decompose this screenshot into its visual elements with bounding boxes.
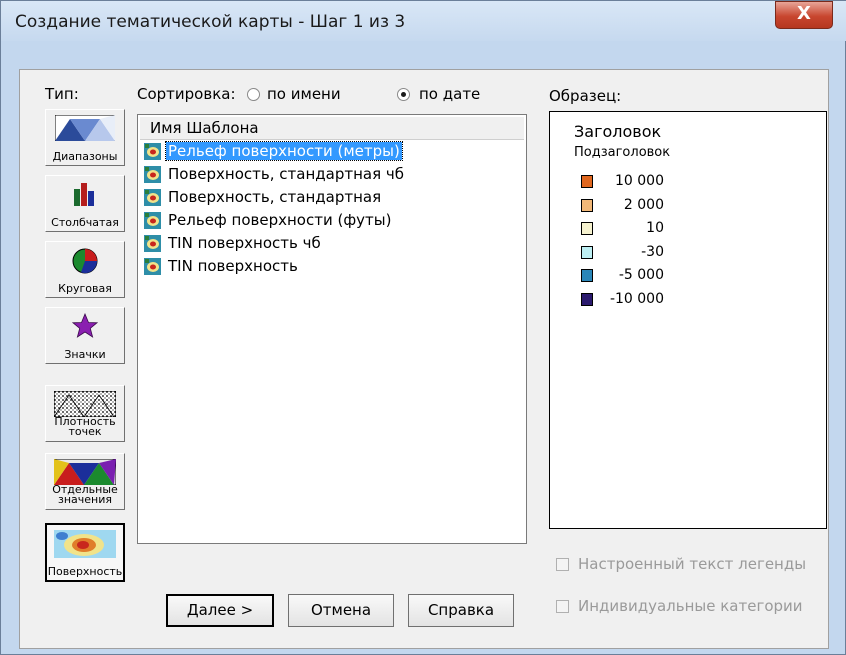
- cancel-button[interactable]: Отмена: [288, 594, 394, 627]
- template-list[interactable]: Имя Шаблона Рельеф поверхности (метры) По…: [137, 114, 527, 544]
- sort-label: Сортировка:: [137, 85, 236, 103]
- dialog-window: Создание тематической карты - Шаг 1 из 3…: [0, 0, 846, 655]
- star-icon: [72, 313, 98, 338]
- type-button-ranges[interactable]: Диапазоны: [45, 109, 125, 166]
- type-button-label: Отдельные значения: [52, 483, 118, 506]
- custom-legend-text-checkbox[interactable]: [556, 558, 569, 571]
- type-button-bar[interactable]: Столбчатая: [45, 175, 125, 232]
- bar-chart-icon: [74, 183, 94, 206]
- legend-value: 10: [646, 220, 664, 236]
- close-icon: X: [797, 3, 811, 24]
- custom-legend-text-label: Настроенный текст легенды: [578, 555, 807, 573]
- type-button-surface[interactable]: Поверхность: [45, 523, 125, 582]
- sample-preview: Заголовок Подзаголовок 10 000 2 000 10 -30 -…: [549, 111, 827, 529]
- list-item-label: Рельеф поверхности (футы): [168, 211, 392, 229]
- sort-by-name-label[interactable]: по имени: [267, 85, 341, 103]
- type-button-label: Круговая: [58, 282, 112, 295]
- help-button[interactable]: Справка: [408, 594, 514, 627]
- surface-template-icon: [144, 189, 161, 206]
- sample-subtitle: Подзаголовок: [574, 145, 671, 160]
- pie-chart-icon: [72, 248, 98, 274]
- type-label: Тип:: [45, 85, 79, 103]
- list-item-label: Рельеф поверхности (метры): [165, 141, 403, 161]
- type-button-label: Столбчатая: [51, 216, 119, 229]
- type-button-label: Поверхность: [47, 565, 123, 578]
- window-title: Создание тематической карты - Шаг 1 из 3: [15, 12, 406, 32]
- list-item-label: TIN поверхность: [168, 257, 298, 275]
- sort-by-date-label[interactable]: по дате: [419, 85, 480, 103]
- surface-template-icon: [144, 212, 161, 229]
- individual-categories-checkbox[interactable]: [556, 600, 569, 613]
- surface-icon: [54, 530, 116, 558]
- list-header-label: Имя Шаблона: [150, 119, 259, 137]
- type-button-label: Диапазоны: [52, 150, 118, 163]
- type-button-pie[interactable]: Круговая: [45, 241, 125, 298]
- list-item-label: Поверхность, стандартная чб: [168, 165, 404, 183]
- individual-categories-label: Индивидуальные категории: [578, 597, 803, 615]
- type-button-density[interactable]: Плотность точек: [45, 385, 125, 442]
- individual-values-icon: [54, 459, 116, 485]
- type-button-symbols[interactable]: Значки: [45, 307, 125, 364]
- legend-value: 10 000: [615, 173, 664, 189]
- next-button[interactable]: Далее >: [166, 594, 274, 627]
- close-button[interactable]: X: [775, 1, 833, 29]
- list-item-label: TIN поверхность чб: [168, 234, 321, 252]
- list-item-label: Поверхность, стандартная: [168, 188, 382, 206]
- dot-density-icon: [54, 391, 116, 417]
- legend-value: 2 000: [623, 196, 664, 213]
- surface-template-icon: [144, 166, 161, 183]
- sample-label: Образец:: [549, 87, 622, 105]
- legend-value: -30: [641, 243, 664, 260]
- type-button-label: Плотность точек: [54, 415, 116, 438]
- list-header[interactable]: Имя Шаблона: [140, 117, 524, 140]
- sort-by-name-radio[interactable]: [247, 88, 260, 101]
- sort-by-date-radio[interactable]: [397, 88, 410, 101]
- surface-template-icon: [144, 143, 161, 160]
- ranges-icon: [55, 115, 115, 141]
- type-button-individual[interactable]: Отдельные значения: [45, 453, 125, 510]
- legend-value: -5 000: [618, 267, 664, 283]
- surface-template-icon: [144, 235, 161, 252]
- sample-title: Заголовок: [574, 122, 662, 141]
- title-bar[interactable]: Создание тематической карты - Шаг 1 из 3…: [1, 1, 846, 41]
- surface-template-icon: [144, 258, 161, 275]
- type-button-label: Значки: [64, 348, 106, 361]
- legend-value: -10 000: [609, 290, 664, 307]
